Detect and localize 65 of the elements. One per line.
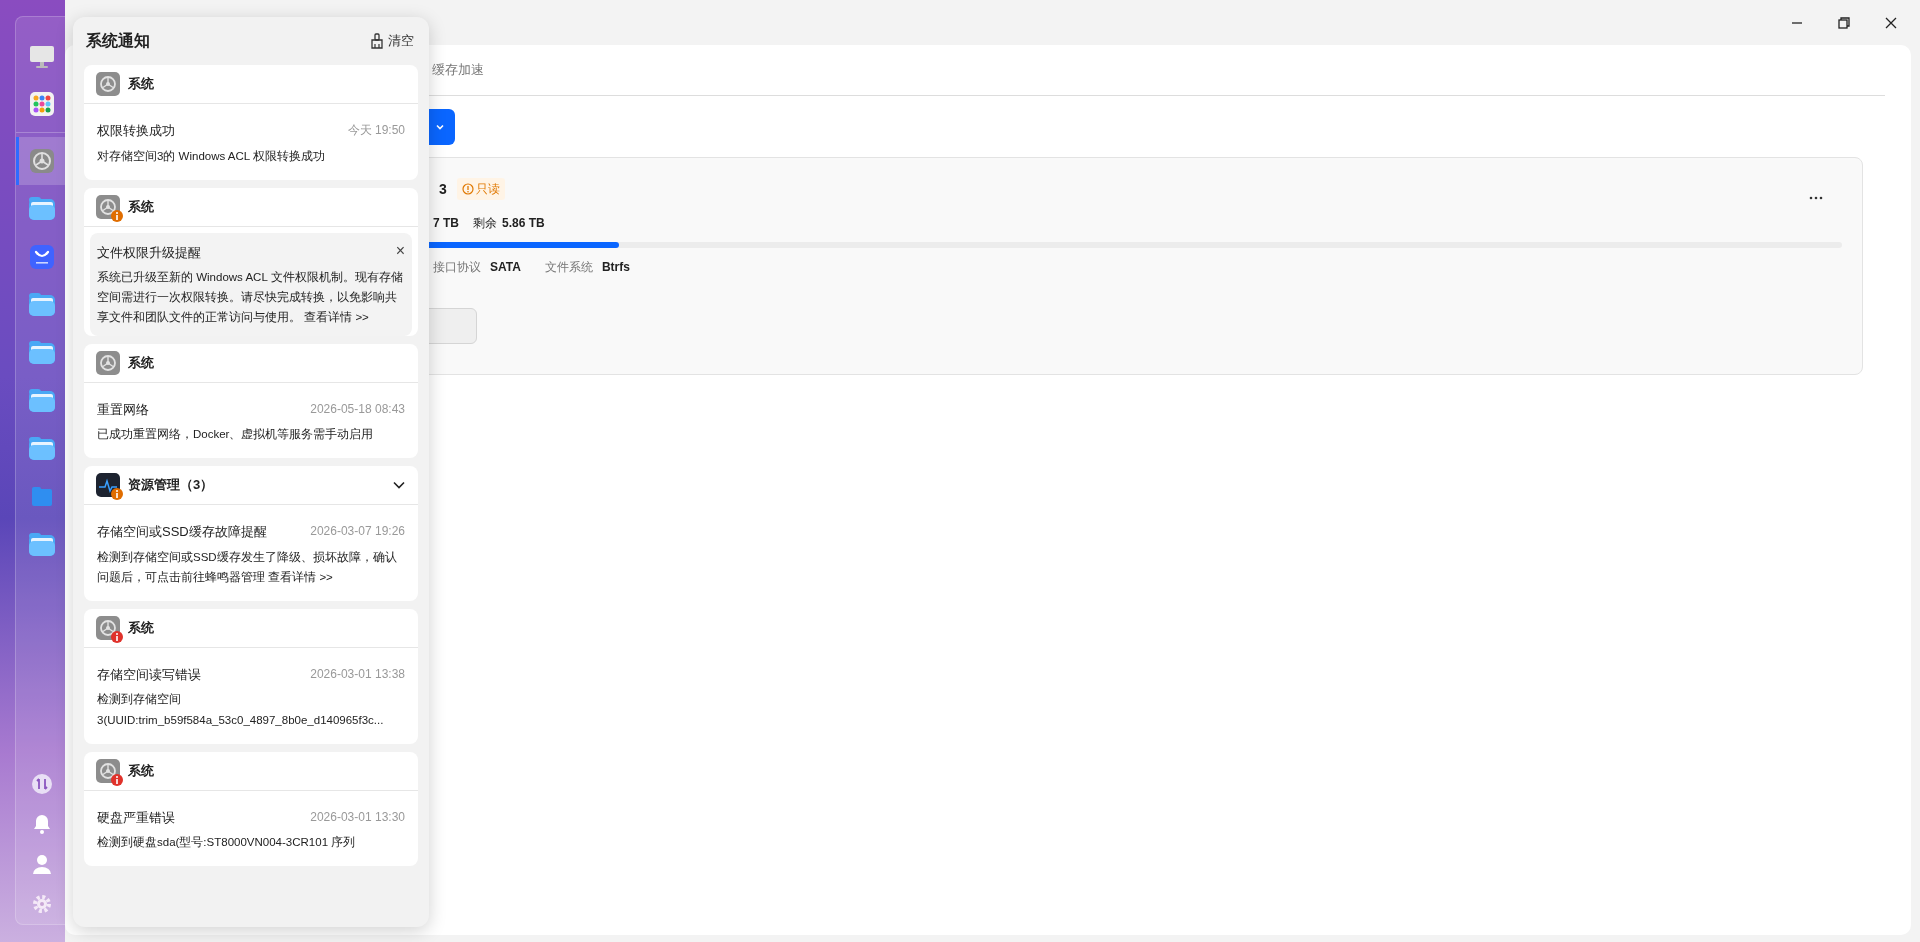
more-icon[interactable] [1809, 196, 1823, 200]
detail-value: SATA [490, 260, 521, 274]
app-name: 系统 [128, 353, 154, 372]
info-icon [115, 211, 119, 220]
settings-app-icon [96, 758, 120, 783]
app-grid-icon [28, 90, 56, 118]
dock-item[interactable] [15, 137, 66, 185]
bell-icon[interactable] [32, 813, 52, 835]
notification-title: 重置网络 [97, 400, 149, 419]
tab[interactable]: 缓存加速 [432, 45, 484, 95]
app-name: 系统 [128, 761, 154, 780]
warning-icon [461, 183, 474, 195]
notification-title: 权限转换成功 [97, 122, 175, 140]
settings-app-icon [96, 72, 120, 96]
settings-icon [28, 147, 56, 175]
settings-app-icon [96, 194, 120, 219]
detail-value: Btrfs [601, 260, 630, 274]
store-icon [28, 243, 56, 271]
panel-title: 系统通知 [86, 31, 150, 51]
info-icon [115, 490, 119, 499]
stat-label: 剩余 [473, 216, 497, 230]
info-icon [115, 632, 119, 641]
restore-icon[interactable] [1836, 14, 1852, 31]
timestamp: 2026-05-18 08:43 [310, 400, 405, 418]
detail-label: 文件系统 [544, 260, 593, 274]
detail-label: 接口协议 [433, 260, 481, 274]
settings-app-icon [96, 350, 120, 375]
stat-value: 5.86 TB [502, 216, 545, 230]
notification-text: 检测到存储空间或SSD缓存发生了降级、损坏故障，确认问题后，可点击前往蜂鸣器管理 查看详情 >> [97, 549, 398, 585]
notification-text: 检测到存储空间 3(UUID:trim_b59f584a_53c0_4897_8b0e_d140965f3c... [97, 692, 385, 728]
timestamp: 2026-03-07 19:26 [310, 523, 405, 541]
timestamp: 2026-03-01 13:30 [310, 808, 405, 826]
notification-title: 文件权限升级提醒 [97, 243, 201, 262]
close-button[interactable]: × [395, 242, 405, 259]
folder-icon [28, 339, 56, 367]
app-name: 资源管理（3） [128, 476, 214, 495]
notification-title: 硬盘严重错误 [97, 808, 175, 827]
folder-icon [28, 531, 56, 559]
transfer-icon[interactable] [31, 773, 53, 795]
stat-value: 7 TB [433, 216, 459, 230]
details-link[interactable]: 查看详情 >> [304, 311, 369, 324]
folder-icon [31, 486, 53, 508]
folder-icon [28, 195, 56, 223]
notification-text: 对存储空间3的 Windows ACL 权限转换成功 [97, 148, 326, 164]
notification-text: 已成功重置网络，Docker、虚拟机等服务需手动启用 [97, 427, 375, 442]
folder-icon [28, 435, 56, 463]
read-only-badge: 只读 [456, 178, 505, 200]
details-link[interactable]: 查看详情 >> [268, 570, 333, 583]
chevron-down-icon [435, 122, 445, 132]
timestamp: 今天 19:50 [347, 122, 405, 139]
folder-icon [28, 387, 56, 415]
notification-text: 检测到硬盘sda(型号:ST8000VN004-3CR101 序列 [97, 835, 357, 851]
storage-title: 3 [439, 179, 447, 199]
clear-button[interactable]: 清空 [370, 31, 414, 51]
notification-text: 系统已升级至新的 Windows ACL 文件权限机制。现有存储空间需进行一次权限转换。请尽快完成转换，以免影响共享文件和团队文件的正常访问与使用。 查看详情 >> [97, 270, 404, 326]
folder-icon [28, 291, 56, 319]
notification-title: 存储空间读写错误 [97, 665, 201, 684]
notification-title: 存储空间或SSD缓存故障提醒 [97, 523, 267, 542]
app-name: 系统 [128, 75, 154, 94]
info-icon [115, 775, 119, 784]
timestamp: 2026-03-01 13:38 [310, 665, 405, 683]
settings-app-icon [96, 615, 120, 640]
app-name: 系统 [128, 197, 154, 216]
app-name: 系统 [128, 619, 154, 638]
activity-monitor-icon [96, 473, 120, 498]
